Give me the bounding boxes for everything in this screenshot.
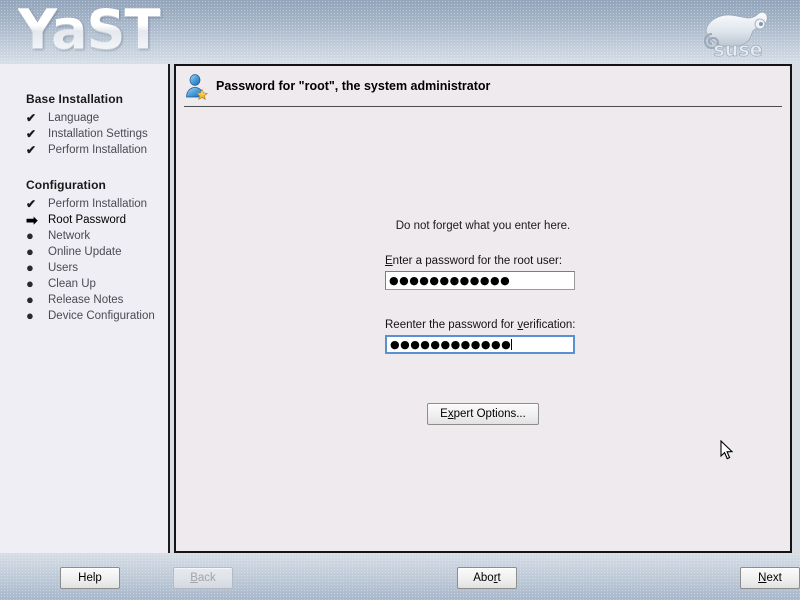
sidebar-item-clean-up: ● Clean Up — [0, 276, 168, 292]
sidebar-item-label: Network — [48, 230, 91, 242]
page-title: Password for "root", the system administ… — [216, 79, 491, 93]
button-label-post: t — [497, 572, 501, 584]
bullet-icon: ● — [26, 292, 34, 307]
bullet-icon: ● — [26, 308, 34, 323]
installation-steps-sidebar: Base Installation ✔ Language ✔ Installat… — [0, 64, 170, 553]
bullet-icon: ● — [26, 228, 34, 243]
sidebar-item-language: ✔ Language — [0, 110, 168, 126]
button-label-pre: Abo — [473, 572, 494, 584]
sidebar-group-title-base-installation: Base Installation — [26, 92, 124, 106]
sidebar-item-label: Language — [48, 112, 100, 124]
header-banner: YaST suse — [0, 0, 800, 64]
bullet-icon: ● — [26, 244, 34, 259]
yast-logo: YaST — [18, 0, 161, 61]
sidebar-item-installation-settings: ✔ Installation Settings — [0, 126, 168, 142]
sidebar-item-release-notes: ● Release Notes — [0, 292, 168, 308]
form-hint-text: Do not forget what you enter here. — [395, 220, 571, 232]
next-button[interactable]: Next — [740, 567, 800, 589]
help-button[interactable]: Help — [60, 567, 120, 589]
content-panel: Password for "root", the system administ… — [174, 64, 792, 553]
sidebar-item-label: Root Password — [48, 214, 126, 226]
label-text-post: erification: — [523, 319, 576, 331]
accelerator-char: B — [190, 572, 198, 584]
root-password-input[interactable]: ●●●●●●●●●●●● — [385, 271, 575, 290]
check-icon: ✔ — [26, 127, 37, 141]
expert-options-button[interactable]: Expert Options... — [427, 403, 539, 425]
root-password-label: Enter a password for the root user: — [385, 255, 645, 267]
user-settings-icon — [182, 72, 210, 100]
sidebar-item-label: Device Configuration — [48, 310, 155, 322]
suse-logo: suse — [692, 4, 784, 60]
arrow-right-icon: ➡ — [26, 212, 38, 228]
footer-button-bar: Help Back Abort Next — [0, 553, 800, 600]
sidebar-item-online-update: ● Online Update — [0, 244, 168, 260]
label-text: nter a password for the root user: — [392, 255, 563, 267]
label-text-pre: Reenter the password for — [385, 319, 518, 331]
sidebar-item-device-configuration: ● Device Configuration — [0, 308, 168, 324]
root-password-form: Do not forget what you enter here. Enter… — [176, 107, 790, 547]
button-label-pre: E — [440, 408, 448, 420]
root-password-field-block: Enter a password for the root user: ●●●●… — [385, 255, 645, 290]
back-button[interactable]: Back — [173, 567, 233, 589]
bullet-icon: ● — [26, 276, 34, 291]
yast-installer-window: YaST suse Base Installation ✔ Language ✔… — [0, 0, 800, 600]
root-password-verify-input[interactable]: ●●●●●●●●●●●● — [385, 335, 575, 354]
sidebar-item-users: ● Users — [0, 260, 168, 276]
sidebar-item-label: Users — [48, 262, 79, 274]
sidebar-group-title-configuration: Configuration — [26, 178, 106, 192]
button-label-post: ack — [197, 572, 216, 584]
sidebar-item-perform-installation-config: ✔ Perform Installation — [0, 196, 168, 212]
sidebar-item-label: Perform Installation — [48, 198, 148, 210]
bullet-icon: ● — [26, 260, 34, 275]
check-icon: ✔ — [26, 111, 37, 125]
button-label-post: ext — [766, 572, 782, 584]
sidebar-item-label: Release Notes — [48, 294, 124, 306]
sidebar-item-label: Installation Settings — [48, 128, 148, 140]
abort-button[interactable]: Abort — [457, 567, 517, 589]
root-password-verify-field-block: Reenter the password for verification: ●… — [385, 319, 645, 354]
sidebar-item-network: ● Network — [0, 228, 168, 244]
sidebar-item-label: Clean Up — [48, 278, 96, 290]
sidebar-item-root-password: ➡ Root Password — [0, 212, 168, 228]
panel-header: Password for "root", the system administ… — [176, 66, 790, 102]
check-icon: ✔ — [26, 143, 37, 157]
sidebar-item-perform-installation: ✔ Perform Installation — [0, 142, 168, 158]
accelerator-char: E — [385, 255, 393, 267]
check-icon: ✔ — [26, 197, 37, 211]
sidebar-item-label: Perform Installation — [48, 144, 148, 156]
svg-text:suse: suse — [713, 39, 762, 60]
expert-options-row: Expert Options... — [176, 403, 790, 425]
root-password-verify-label: Reenter the password for verification: — [385, 319, 645, 331]
sidebar-item-label: Online Update — [48, 246, 122, 258]
button-label-post: pert Options... — [453, 408, 526, 420]
